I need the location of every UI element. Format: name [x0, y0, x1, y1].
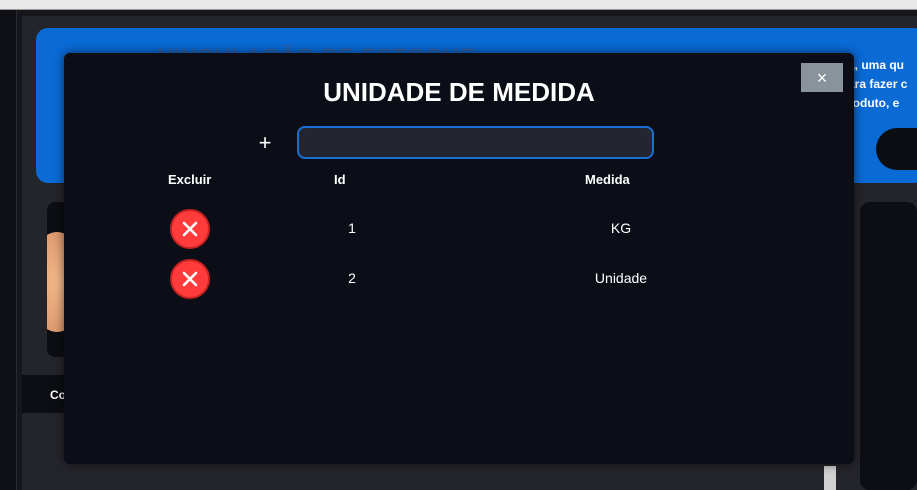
left-rail	[0, 10, 17, 490]
cell-id: 1	[348, 220, 356, 236]
table-row: 2 Unidade	[64, 259, 854, 299]
modal-title: UNIDADE DE MEDIDA	[323, 77, 595, 107]
cell-id: 2	[348, 270, 356, 286]
banner-text: á, uma qu ara fazer c roduto, e	[848, 56, 917, 113]
delete-button[interactable]	[170, 259, 210, 299]
column-header-excluir: Excluir	[168, 172, 212, 187]
unit-of-measure-modal: × UNIDADE DE MEDIDA + Excluir Id Medida …	[64, 53, 854, 464]
measure-input[interactable]	[297, 126, 654, 159]
browser-top-bar	[0, 0, 917, 10]
scrollbar-thumb[interactable]	[824, 466, 836, 490]
table-row: 1 KG	[64, 209, 854, 249]
banner-text-line: ara fazer c	[848, 77, 908, 91]
plus-icon[interactable]: +	[254, 132, 276, 154]
cell-medida: Unidade	[594, 270, 648, 286]
x-circle-icon	[182, 271, 198, 287]
column-header-id: Id	[334, 172, 346, 187]
x-circle-icon	[182, 221, 198, 237]
delete-button[interactable]	[170, 209, 210, 249]
background-card-right	[860, 202, 917, 490]
banner-action-button[interactable]	[876, 128, 917, 170]
banner-text-line: roduto, e	[848, 96, 900, 110]
column-header-medida: Medida	[585, 172, 630, 187]
cell-medida: KG	[610, 220, 632, 236]
banner-text-line: á, uma qu	[848, 58, 905, 72]
